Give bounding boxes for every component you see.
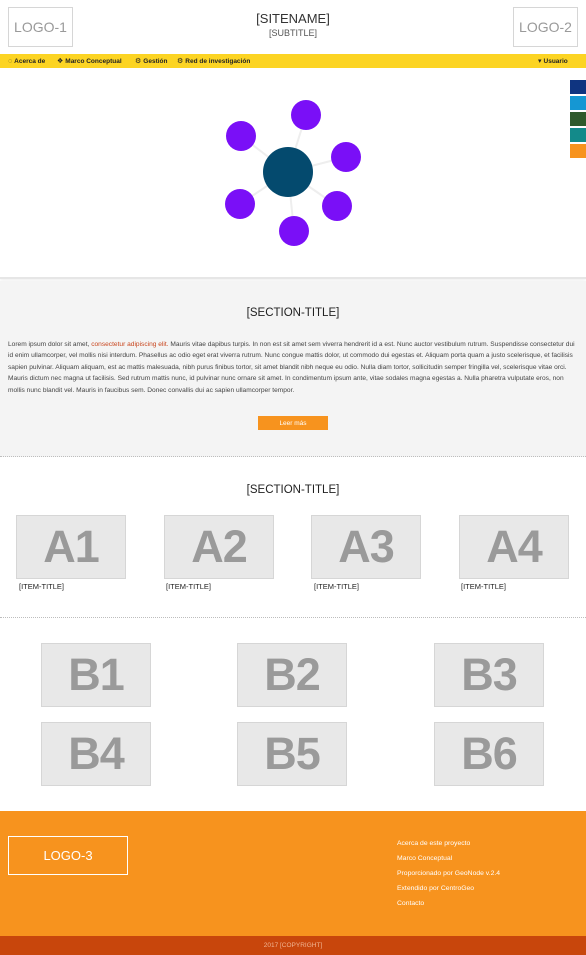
nav-item-label: Marco Conceptual xyxy=(65,57,122,65)
logo-right[interactable]: LOGO-2 xyxy=(513,7,578,47)
intro-link[interactable]: consectetur adipiscing elit. xyxy=(91,341,168,348)
site-subtitle: [SUBTITLE] xyxy=(268,28,317,38)
nav-item-acerca-de[interactable]: ◌ Acerca de xyxy=(8,54,45,68)
nav-item-label: Red de investigación xyxy=(185,57,251,65)
intro-text-start: Lorem ipsum dolor sit amet, xyxy=(8,341,92,348)
item-tile[interactable]: A3 xyxy=(311,515,421,579)
network-node[interactable] xyxy=(331,142,361,172)
intro-paragraph: Lorem ipsum dolor sit amet, consectetur … xyxy=(8,339,578,396)
network-node[interactable] xyxy=(322,191,352,221)
item-tile[interactable]: A2 xyxy=(164,515,274,579)
color-swatch[interactable] xyxy=(570,144,586,158)
item-title[interactable]: [ITEM-TITLE] xyxy=(461,582,506,591)
item-title[interactable]: [ITEM-TITLE] xyxy=(314,582,359,591)
intro-text-end: Mauris vitae dapibus turpis. In non est … xyxy=(8,341,575,394)
tiles-section: B1 B2 B3 B4 B5 B6 xyxy=(0,619,586,811)
item-tile[interactable]: A1 xyxy=(16,515,126,579)
site-footer: LOGO-3 Acerca de este proyecto Marco Con… xyxy=(0,811,586,936)
read-more-button[interactable]: Leer más xyxy=(258,416,328,430)
footer-logo[interactable]: LOGO-3 xyxy=(8,836,128,875)
color-swatch[interactable] xyxy=(570,80,586,94)
gears-icon: ⚙ xyxy=(177,58,184,65)
color-swatch[interactable] xyxy=(570,128,586,142)
tile-b6[interactable]: B6 xyxy=(434,722,544,786)
site-header: LOGO-1 [SITENAME] [SUBTITLE] LOGO-2 xyxy=(0,0,586,54)
nav-item-label: Gestión xyxy=(143,57,168,65)
network-node[interactable] xyxy=(279,216,309,246)
color-swatch[interactable] xyxy=(570,112,586,126)
copyright-bar: 2017 [COPYRIGHT] xyxy=(0,936,586,955)
main-navbar: ◌ Acerca de ❖ Marco Conceptual ⚙ Gestión… xyxy=(0,54,586,68)
network-node[interactable] xyxy=(226,121,256,151)
color-swatch[interactable] xyxy=(570,96,586,110)
items-section: [SECTION-TITLE] A1 [ITEM-TITLE] A2 [ITEM… xyxy=(0,458,586,618)
nav-item-label: Acerca de xyxy=(14,57,46,65)
footer-link-contacto[interactable]: Contacto xyxy=(397,899,500,914)
nav-item-red-de-investigacion[interactable]: ⚙ Red de investigación xyxy=(177,54,250,68)
nav-item-gestion[interactable]: ⚙ Gestión xyxy=(135,54,167,68)
item-title[interactable]: [ITEM-TITLE] xyxy=(166,582,211,591)
user-icon: ▾ xyxy=(538,58,542,65)
tile-b1[interactable]: B1 xyxy=(41,643,151,707)
network-center-node[interactable] xyxy=(263,147,313,197)
section-title: [SECTION-TITLE] xyxy=(246,307,340,319)
footer-links: Acerca de este proyecto Marco Conceptual… xyxy=(397,839,500,914)
tile-b4[interactable]: B4 xyxy=(41,722,151,786)
copyright-text: 2017 [COPYRIGHT] xyxy=(263,942,323,949)
cubes-icon: ❖ xyxy=(57,58,64,65)
nav-item-marco-conceptual[interactable]: ❖ Marco Conceptual xyxy=(57,54,122,68)
network-node[interactable] xyxy=(291,100,321,130)
tile-b3[interactable]: B3 xyxy=(434,643,544,707)
tile-b5[interactable]: B5 xyxy=(237,722,347,786)
hero-section xyxy=(0,68,586,279)
footer-link-geonode[interactable]: Proporcionado por GeoNode v.2.4 xyxy=(397,869,500,884)
gear-icon: ⚙ xyxy=(135,58,142,65)
nav-item-usuario[interactable]: ▾ Usuario xyxy=(538,54,568,68)
footer-link-acerca[interactable]: Acerca de este proyecto xyxy=(397,839,500,854)
footer-link-marco[interactable]: Marco Conceptual xyxy=(397,854,500,869)
item-title[interactable]: [ITEM-TITLE] xyxy=(19,582,64,591)
network-graphic xyxy=(225,100,361,246)
tile-b2[interactable]: B2 xyxy=(237,643,347,707)
item-tile[interactable]: A4 xyxy=(459,515,569,579)
network-node[interactable] xyxy=(225,189,255,219)
network-nodes xyxy=(225,100,361,246)
spinner-icon: ◌ xyxy=(8,57,13,65)
footer-link-centrogeo[interactable]: Extendido por CentroGeo xyxy=(397,884,500,899)
intro-section: [SECTION-TITLE] Lorem ipsum dolor sit am… xyxy=(0,281,586,457)
section-title: [SECTION-TITLE] xyxy=(246,484,340,496)
site-name[interactable]: [SITENAME] xyxy=(0,11,586,26)
nav-item-label: Usuario xyxy=(543,57,568,65)
